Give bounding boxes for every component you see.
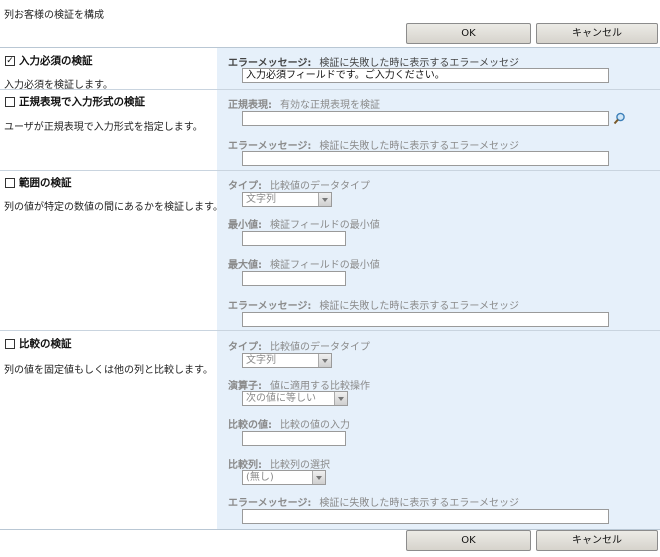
range-error-label: エラーメッセージ: 検証に失敗した時に表示するエラーメセッジ [228,297,519,312]
range-min-label-text: 最小値: [228,220,262,231]
range-section-title: 範囲の検証 [19,177,72,189]
compare-value-input[interactable] [242,431,346,446]
compare-operator-select[interactable]: 次の値に等しい [242,391,348,406]
page-title: 列お客様の検証を構成 [4,10,104,21]
compare-type-hint: 比較値のデータタイプ [270,342,370,353]
regex-error-input[interactable] [242,151,609,166]
range-max-label-text: 最大値: [228,260,262,271]
regex-label-text: 正規表現: [228,100,272,111]
divider-range [0,330,660,331]
compare-error-input[interactable] [242,509,609,524]
compare-type-label: タイプ: 比較値のデータタイプ [228,338,370,353]
compare-value-hint: 比較の値の入力 [280,420,350,431]
range-section-description: 列の値が特定の数値の間にあるかを検証します。 [4,202,223,213]
range-min-input[interactable] [242,231,346,246]
required-checkbox[interactable]: ✓ [5,55,15,66]
regex-section-header: 正規表現で入力形式の検証 [5,94,145,109]
range-min-hint: 検証フィールドの最小値 [270,220,380,231]
compare-operator-label: 演算子: 値に適用する比較操作 [228,377,370,392]
chevron-down-icon[interactable] [312,471,325,484]
chevron-down-icon[interactable] [318,193,331,206]
required-section-description: 入力必須を検証します。 [4,80,113,91]
compare-operator-value: 次の値に等しい [246,393,316,404]
range-error-input[interactable] [242,312,609,327]
regex-section-description: ユーザが正規表現で入力形式を指定します。 [4,122,203,133]
compare-type-value: 文字列 [246,355,276,366]
compare-checkbox[interactable] [5,338,15,349]
compare-column-label: 比較列: 比較列の選択 [228,456,330,471]
range-max-hint: 検証フィールドの最小値 [270,260,380,271]
divider-regex [0,170,660,171]
regex-checkbox[interactable] [5,96,15,107]
range-type-select[interactable]: 文字列 [242,192,332,207]
range-section-header: 範囲の検証 [5,175,72,190]
range-checkbox[interactable] [5,177,15,188]
required-section-title: 入力必須の検証 [19,55,93,67]
compare-value-label: 比較の値: 比較の値の入力 [228,416,350,431]
required-section-header: ✓ 入力必須の検証 [5,53,93,68]
range-type-label: タイプ: 比較値のデータタイプ [228,177,370,192]
range-min-label: 最小値: 検証フィールドの最小値 [228,216,380,231]
compare-error-label-text: エラーメッセージ: [228,498,312,509]
range-max-input[interactable] [242,271,346,286]
cancel-button-bottom[interactable]: キャンセル [536,530,658,551]
chevron-down-icon[interactable] [334,392,347,405]
range-max-label: 最大値: 検証フィールドの最小値 [228,256,380,271]
compare-error-hint: 検証に失敗した時に表示するエラーメセッジ [319,498,520,509]
regex-section-title: 正規表現で入力形式の検証 [19,96,145,108]
range-error-hint: 検証に失敗した時に表示するエラーメセッジ [319,301,520,312]
compare-column-value: (無し) [246,472,274,483]
range-error-label-text: エラーメッセージ: [228,301,312,312]
required-error-label: エラーメッセージ: 検証に失敗した時に表示するエラーメッセジ [228,54,519,69]
compare-value-label-text: 比較の値: [228,420,272,431]
compare-section-description: 列の値を固定値もしくは他の列と比較します。 [4,365,213,376]
regex-input[interactable] [242,111,609,126]
compare-error-label: エラーメッセージ: 検証に失敗した時に表示するエラーメセッジ [228,494,519,509]
chevron-down-icon[interactable] [318,354,331,367]
regex-hint: 有効な正規表現を検証 [280,100,380,111]
range-type-label-text: タイプ: [228,181,262,192]
regex-error-label: エラーメッセージ: 検証に失敗した時に表示するエラーメセッジ [228,137,519,152]
compare-type-label-text: タイプ: [228,342,262,353]
range-type-value: 文字列 [246,194,276,205]
divider-top [0,47,660,48]
required-error-input[interactable]: 入力必須フィールドです。ご入力ください。 [242,68,609,83]
compare-section-title: 比較の検証 [19,338,72,350]
ok-button-bottom[interactable]: OK [406,530,531,551]
ok-button-top[interactable]: OK [406,23,531,44]
cancel-button-top[interactable]: キャンセル [536,23,658,44]
compare-column-select[interactable]: (無し) [242,470,326,485]
range-type-hint: 比較値のデータタイプ [270,181,370,192]
compare-section-header: 比較の検証 [5,336,72,351]
compare-type-select[interactable]: 文字列 [242,353,332,368]
regex-label: 正規表現: 有効な正規表現を検証 [228,96,380,111]
magnifier-icon[interactable] [613,112,626,125]
